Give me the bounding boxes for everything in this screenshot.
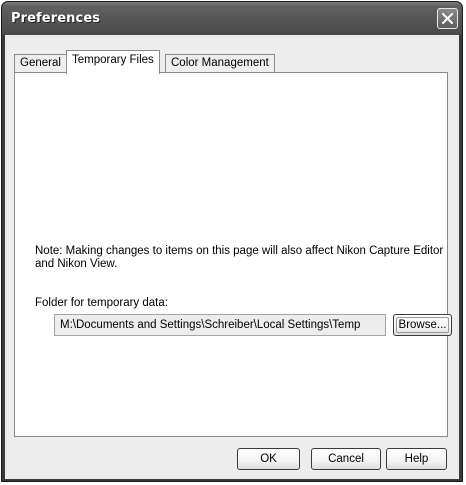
close-icon [442,13,453,24]
tab-general[interactable]: General [14,54,67,72]
browse-button[interactable]: Browse... [393,314,452,336]
cancel-button[interactable]: Cancel [311,448,381,470]
tab-color-management[interactable]: Color Management [165,54,275,72]
browse-button-label: Browse... [396,317,449,333]
tab-temporary-files[interactable]: Temporary Files [66,50,160,74]
window-title: Preferences [11,11,101,26]
close-button[interactable] [437,8,458,29]
help-button[interactable]: Help [386,448,447,470]
temporary-files-panel: Note: Making changes to items on this pa… [14,72,452,437]
title-bar[interactable]: Preferences [2,2,462,35]
temporary-folder-field[interactable]: M:\Documents and Settings\Schreiber\Loca… [54,314,386,336]
ok-button[interactable]: OK [237,448,300,470]
preferences-window: Preferences General Temporary Files Colo… [1,1,463,482]
dialog-body: General Temporary Files Color Management… [5,35,459,479]
note-text: Note: Making changes to items on this pa… [35,245,444,270]
folder-label: Folder for temporary data: [35,297,168,309]
